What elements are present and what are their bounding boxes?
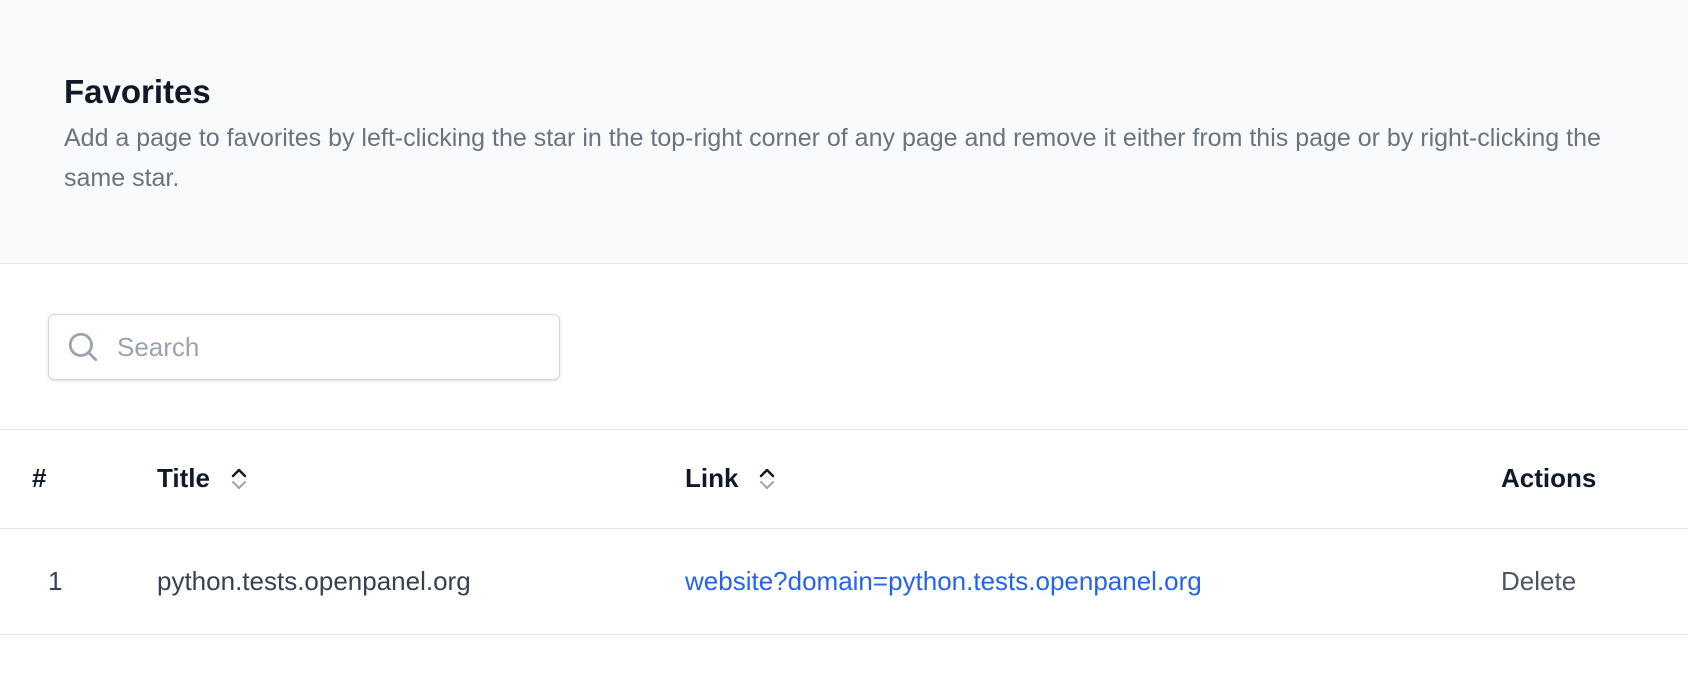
page-title: Favorites bbox=[64, 73, 211, 110]
column-title-label: Title bbox=[157, 463, 210, 494]
row-title: python.tests.openpanel.org bbox=[157, 565, 471, 596]
table-row: 1 python.tests.openpanel.org website?dom… bbox=[0, 528, 1688, 634]
search-box[interactable] bbox=[48, 314, 560, 380]
page-description: Add a page to favorites by left-clicking… bbox=[64, 124, 1601, 192]
page-header: Favorites Add a page to favorites by lef… bbox=[0, 0, 1688, 264]
favorites-table: # Title Link Actions 1 python.tests.open… bbox=[0, 430, 1688, 635]
column-header-link[interactable]: Link bbox=[685, 430, 1501, 528]
search-input[interactable] bbox=[115, 330, 519, 364]
row-number: 1 bbox=[48, 565, 63, 596]
chevron-up-icon bbox=[760, 468, 775, 477]
column-header-title[interactable]: Title bbox=[157, 430, 685, 528]
sort-title-toggle[interactable] bbox=[230, 467, 248, 491]
chevron-down-icon bbox=[760, 480, 775, 489]
chevron-up-icon bbox=[231, 468, 247, 477]
table-header-row: # Title Link Actions bbox=[0, 430, 1688, 528]
column-header-number: # bbox=[32, 463, 47, 494]
toolbar bbox=[0, 264, 1688, 430]
row-link[interactable]: website?domain=python.tests.openpanel.or… bbox=[685, 566, 1202, 596]
search-icon bbox=[65, 329, 101, 365]
sort-link-toggle[interactable] bbox=[758, 467, 776, 491]
delete-button[interactable]: Delete bbox=[1501, 566, 1576, 596]
column-header-actions: Actions bbox=[1501, 463, 1597, 494]
chevron-down-icon bbox=[231, 480, 246, 489]
column-link-label: Link bbox=[685, 463, 739, 494]
